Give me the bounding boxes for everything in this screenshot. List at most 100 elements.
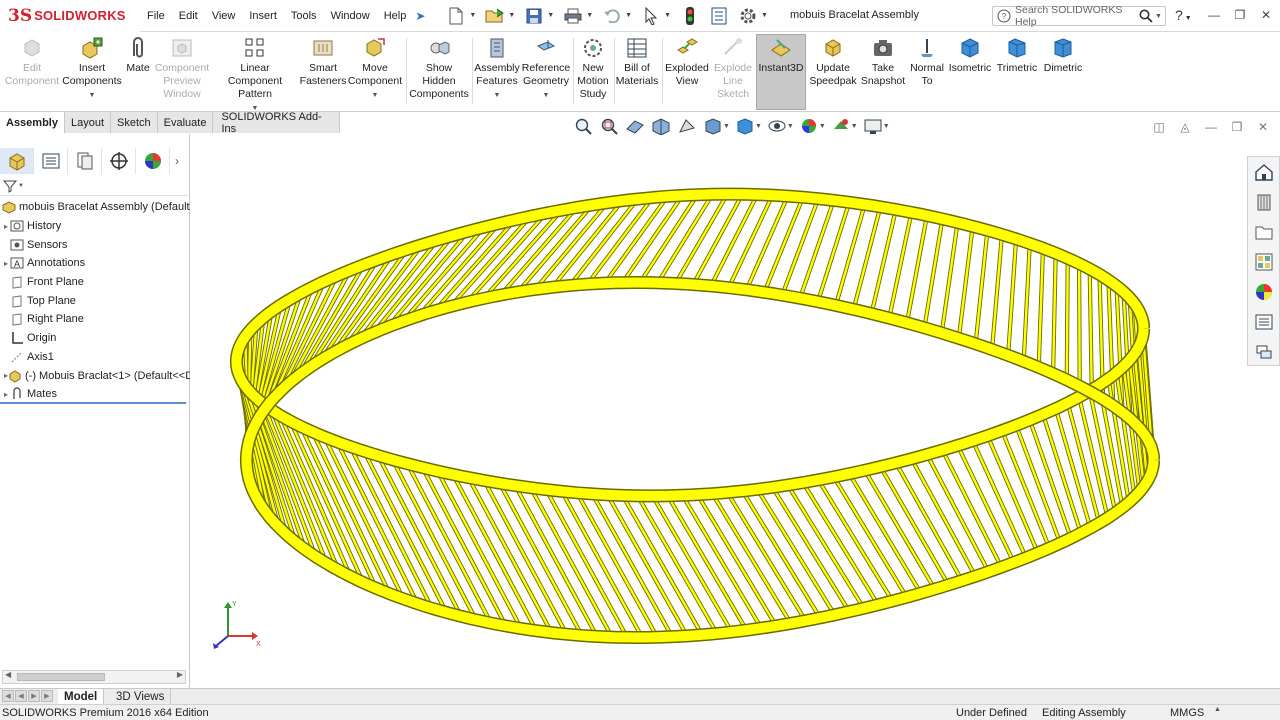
configuration-manager-icon[interactable] xyxy=(68,148,102,174)
tab-sketch[interactable]: Sketch xyxy=(111,112,158,133)
scroll-thumb[interactable] xyxy=(17,673,105,681)
tree-item-mobuis-braclat[interactable]: ▸ (-) Mobuis Braclat<1> (Default<<Defaul… xyxy=(0,366,190,385)
solidworks-logo[interactable]: 3S SOLIDWORKS xyxy=(0,0,140,32)
chevron-down-icon[interactable]: ▼ xyxy=(18,183,24,189)
tree-item-front-plane[interactable]: Front Plane xyxy=(0,273,190,292)
file-properties-icon[interactable] xyxy=(706,4,732,28)
feature-manager-tree-icon[interactable] xyxy=(0,148,34,174)
undo-icon[interactable] xyxy=(599,4,625,28)
tree-item-origin[interactable]: Origin xyxy=(0,329,190,348)
insert-components-button[interactable]: Insert Components ▼ xyxy=(62,36,122,102)
menu-edit[interactable]: Edit xyxy=(172,10,205,22)
chevron-down-icon[interactable]: ▼ xyxy=(761,12,768,19)
rebuild-icon[interactable] xyxy=(677,4,703,28)
select-arrow-icon[interactable] xyxy=(638,4,664,28)
search-input[interactable]: Search SOLIDWORKS Help xyxy=(1015,4,1137,28)
chevron-right-icon[interactable]: › xyxy=(170,154,184,168)
isometric-button[interactable]: Isometric xyxy=(948,36,992,75)
chevron-down-icon[interactable]: ▼ xyxy=(1155,13,1165,20)
expand-arrow-icon[interactable]: ▸ xyxy=(0,222,10,231)
trimetric-button[interactable]: Trimetric xyxy=(994,36,1040,75)
expand-arrow-icon[interactable]: ▸ xyxy=(0,371,8,380)
display-style-icon[interactable] xyxy=(734,115,756,137)
edit-appearance-icon[interactable] xyxy=(798,115,820,137)
panel-right-icon[interactable]: ◬ xyxy=(1176,118,1194,136)
tab-layout[interactable]: Layout xyxy=(64,112,112,133)
appearances-icon[interactable] xyxy=(1252,280,1276,304)
apply-scene-icon[interactable] xyxy=(830,115,852,137)
custom-properties-icon[interactable] xyxy=(1252,310,1276,334)
chevron-down-icon[interactable]: ▼ xyxy=(787,123,794,130)
next-tab-icon[interactable]: ▶ xyxy=(28,690,40,702)
new-document-icon[interactable] xyxy=(443,4,469,28)
linear-component-pattern-button[interactable]: Linear Component Pattern ▼ xyxy=(212,36,298,115)
view-palette-icon[interactable] xyxy=(1252,250,1276,274)
tree-item-right-plane[interactable]: Right Plane xyxy=(0,310,190,329)
menu-help[interactable]: Help xyxy=(377,10,414,22)
dimxpert-manager-icon[interactable] xyxy=(102,148,136,174)
filter-icon[interactable] xyxy=(3,179,17,193)
close-icon[interactable]: ✕ xyxy=(1256,4,1276,26)
tree-item-top-plane[interactable]: Top Plane xyxy=(0,291,190,310)
tree-item-history[interactable]: ▸ History xyxy=(0,217,190,236)
update-speedpak-button[interactable]: Update Speedpak xyxy=(808,36,858,88)
tab-solidworks-add-ins[interactable]: SOLIDWORKS Add-Ins xyxy=(213,111,340,135)
tree-item-axis1[interactable]: Axis1 xyxy=(0,348,190,367)
chevron-down-icon[interactable]: ▼ xyxy=(625,12,632,19)
move-component-button[interactable]: Move Component ▼ xyxy=(346,36,404,102)
chevron-down-icon[interactable]: ▼ xyxy=(586,12,593,19)
menu-file[interactable]: File xyxy=(140,10,172,22)
options-gear-icon[interactable] xyxy=(735,4,761,28)
expand-arrow-icon[interactable]: ▸ xyxy=(0,259,10,268)
dynamic-annotation-views-icon[interactable] xyxy=(676,115,698,137)
tree-filter[interactable]: ▼ xyxy=(0,176,188,196)
open-folder-icon[interactable] xyxy=(482,4,508,28)
explode-line-sketch-button[interactable]: Explode Line Sketch xyxy=(710,36,756,101)
chevron-down-icon[interactable]: ▼ xyxy=(89,89,96,102)
chevron-down-icon[interactable]: ▼ xyxy=(543,89,550,102)
panel-left-icon[interactable]: ◫ xyxy=(1150,118,1168,136)
chevron-down-icon[interactable]: ▼ xyxy=(547,12,554,19)
tab-assembly[interactable]: Assembly xyxy=(0,112,65,133)
chevron-down-icon[interactable]: ▼ xyxy=(372,89,379,102)
forum-icon[interactable] xyxy=(1252,340,1276,364)
chevron-down-icon[interactable]: ▼ xyxy=(494,89,501,102)
component-preview-window-button[interactable]: Component Preview Window xyxy=(154,36,210,101)
tree-root[interactable]: mobuis Bracelat Assembly (Default<Displa… xyxy=(0,198,190,217)
take-snapshot-button[interactable]: Take Snapshot xyxy=(860,36,906,88)
tree-item-annotations[interactable]: ▸ A Annotations xyxy=(0,254,190,273)
chevron-down-icon[interactable]: ▼ xyxy=(1185,15,1192,22)
view-settings-icon[interactable] xyxy=(862,115,884,137)
tree-item-mates[interactable]: ▸ Mates xyxy=(0,385,190,404)
search-icon[interactable] xyxy=(1137,9,1155,23)
chevron-down-icon[interactable]: ▼ xyxy=(508,12,515,19)
mate-button[interactable]: Mate xyxy=(122,36,154,75)
scroll-right-icon[interactable]: ▶ xyxy=(177,670,183,679)
close-icon[interactable]: ✕ xyxy=(1254,118,1272,136)
instant3d-button[interactable]: Instant3D xyxy=(756,36,806,75)
zoom-to-fit-icon[interactable] xyxy=(572,115,594,137)
search-box[interactable]: ? Search SOLIDWORKS Help ▼ xyxy=(992,4,1166,28)
previous-view-icon[interactable] xyxy=(624,115,646,137)
unit-system[interactable]: MMGS xyxy=(1170,707,1204,719)
reference-geometry-button[interactable]: Reference Geometry ▼ xyxy=(520,36,572,102)
tree-item-sensors[interactable]: Sensors xyxy=(0,235,190,254)
chevron-up-icon[interactable]: ▲ xyxy=(1214,706,1221,713)
save-icon[interactable] xyxy=(521,4,547,28)
chevron-down-icon[interactable]: ▼ xyxy=(883,123,890,130)
tab-model[interactable]: Model xyxy=(58,689,105,704)
chevron-down-icon[interactable]: ▼ xyxy=(819,123,826,130)
menu-insert[interactable]: Insert xyxy=(242,10,284,22)
dimetric-button[interactable]: Dimetric xyxy=(1040,36,1086,75)
minimize-icon[interactable]: — xyxy=(1202,118,1220,136)
rollback-bar[interactable] xyxy=(0,402,186,404)
print-icon[interactable] xyxy=(560,4,586,28)
section-view-icon[interactable] xyxy=(650,115,672,137)
restore-icon[interactable]: ❐ xyxy=(1228,118,1246,136)
pin-icon[interactable]: ➤ xyxy=(415,9,425,23)
tab-3d-views[interactable]: 3D Views xyxy=(110,689,172,704)
restore-icon[interactable]: ❐ xyxy=(1230,4,1250,26)
exploded-view-button[interactable]: Exploded View xyxy=(662,36,712,88)
help-button[interactable]: ? ▼ xyxy=(1175,7,1192,23)
chevron-down-icon[interactable]: ▼ xyxy=(755,123,762,130)
